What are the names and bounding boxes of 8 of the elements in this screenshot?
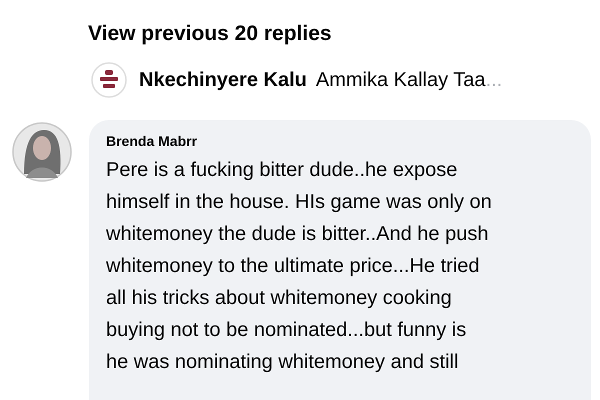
- view-previous-replies-link[interactable]: View previous 20 replies: [88, 22, 332, 46]
- avatar[interactable]: [91, 62, 127, 98]
- comment-author[interactable]: Brenda Mabrr: [106, 133, 198, 149]
- reply-author[interactable]: Nkechinyere Kalu: [139, 68, 307, 92]
- avatar[interactable]: [12, 122, 72, 182]
- ellipsis: ...: [486, 68, 502, 92]
- reply-preview: Ammika Kallay Taa: [316, 68, 486, 92]
- comment-text: Pere is a fucking bitter dude..he expose himself in the house. HIs game was only on whitemoney the dude is bitter..And he push whitemoney to the ultimate price...He tried all his tricks about whitemoney cooking buying not to be nominated...but funny is he was nominating whitemoney and still: [106, 158, 492, 375]
